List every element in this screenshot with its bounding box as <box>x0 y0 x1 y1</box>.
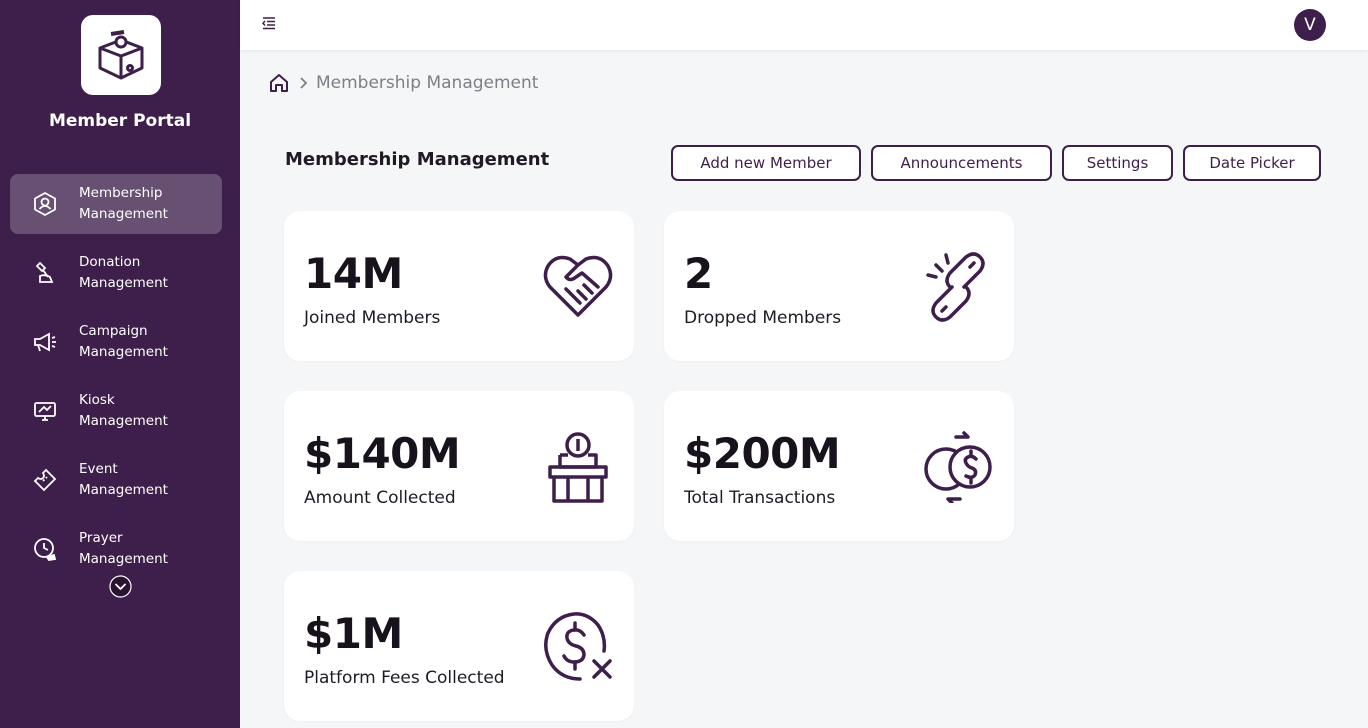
charity-box-icon <box>98 30 144 80</box>
stat-card-total-transactions: $200M Total Transactions <box>664 391 1014 541</box>
app-logo[interactable] <box>81 15 161 95</box>
user-avatar[interactable]: V <box>1294 9 1326 41</box>
chevron-down-icon[interactable] <box>109 575 132 598</box>
stat-label: Amount Collected <box>304 488 456 508</box>
clock-hand-icon <box>34 538 57 561</box>
stat-value: 2 <box>684 249 713 298</box>
sidebar-item-campaign[interactable]: Campaign Management <box>10 312 222 372</box>
kiosk-icon <box>34 402 56 421</box>
coins-exchange-icon <box>924 431 992 503</box>
sidebar-item-event[interactable]: Event Management <box>10 450 222 510</box>
stat-card-joined-members: 14M Joined Members <box>284 211 634 361</box>
announcements-button[interactable]: Announcements <box>871 145 1052 181</box>
stat-label: Dropped Members <box>684 308 842 328</box>
menu-collapse-icon[interactable] <box>261 15 277 31</box>
sidebar-item-label: Campaign Management <box>79 323 168 360</box>
add-member-button[interactable]: Add new Member <box>671 145 861 181</box>
sidebar-item-prayer[interactable]: Prayer Management <box>10 519 222 579</box>
sidebar-item-label: Event Management <box>79 461 168 498</box>
donation-icon <box>35 261 54 283</box>
broken-link-icon <box>926 252 985 322</box>
stat-card-dropped-members: 2 Dropped Members <box>664 211 1014 361</box>
app-title: Member Portal <box>48 111 192 131</box>
stat-label: Total Transactions <box>684 488 836 508</box>
ticket-icon <box>33 468 57 492</box>
stat-value: 14M <box>304 249 403 298</box>
stat-value: $140M <box>304 429 461 478</box>
breadcrumb: Membership Management <box>268 70 538 96</box>
dollar-cross-icon <box>544 612 612 681</box>
stat-value: $200M <box>684 429 841 478</box>
stat-card-platform-fees: $1M Platform Fees Collected <box>284 571 634 721</box>
sidebar-item-label: Donation Management <box>79 254 168 291</box>
heart-handshake-icon <box>543 255 613 317</box>
sidebar-item-membership[interactable]: Membership Management <box>10 174 222 234</box>
sidebar: Member Portal Membership Management Dona… <box>0 0 240 728</box>
sidebar-item-label: Prayer Management <box>79 530 168 567</box>
stat-card-amount-collected: $140M Amount Collected <box>284 391 634 541</box>
donation-box-icon <box>548 432 608 503</box>
sidebar-item-label: Kiosk Management <box>79 392 168 429</box>
chevron-right-icon <box>300 77 308 89</box>
stat-label: Joined Members <box>304 308 441 328</box>
sidebar-item-label: Membership Management <box>79 185 168 222</box>
sidebar-item-donation[interactable]: Donation Management <box>10 243 222 303</box>
page-title: Membership Management <box>285 149 550 170</box>
top-bar: V <box>240 0 1368 50</box>
megaphone-icon <box>34 332 56 352</box>
stat-label: Platform Fees Collected <box>304 668 505 688</box>
date-picker-button[interactable]: Date Picker <box>1183 145 1321 181</box>
stat-value: $1M <box>304 609 403 658</box>
membership-icon <box>34 191 56 217</box>
breadcrumb-current: Membership Management <box>316 73 539 93</box>
settings-button[interactable]: Settings <box>1062 145 1173 181</box>
home-icon[interactable] <box>268 72 290 94</box>
sidebar-item-kiosk[interactable]: Kiosk Management <box>10 381 222 441</box>
